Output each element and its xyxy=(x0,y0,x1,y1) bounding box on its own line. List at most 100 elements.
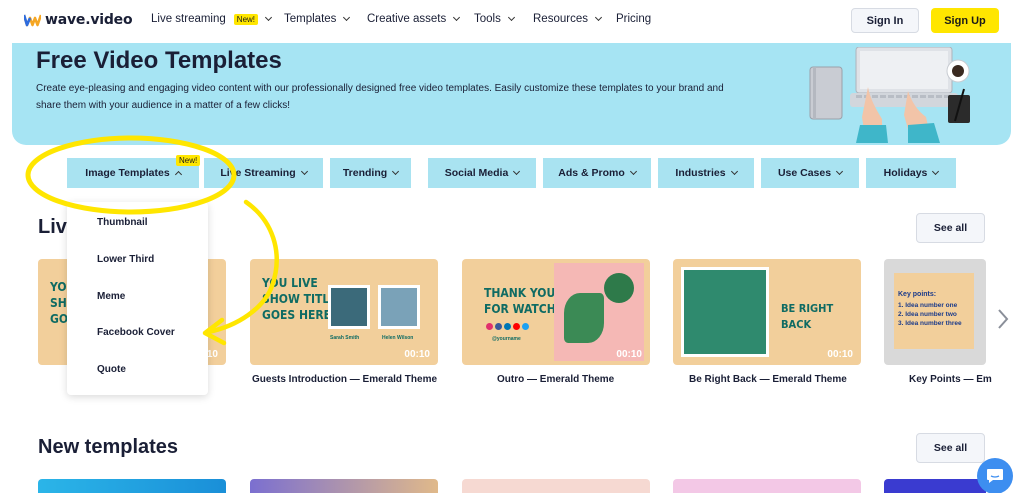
category-use-cases[interactable]: Use Cases xyxy=(761,158,859,188)
card-caption: Be Right Back — Emerald Theme xyxy=(689,374,847,385)
top-navigation: wave.video Live streaming New! Templates… xyxy=(0,0,1024,42)
chevron-down-icon xyxy=(730,167,738,176)
dropdown-item-quote[interactable]: Quote xyxy=(97,364,126,375)
card-text: YOU LIVE SHOW TITLE GOES HERE xyxy=(262,276,337,322)
new-badge: New! xyxy=(233,13,259,25)
facebook-icon xyxy=(495,323,502,330)
guest-photo xyxy=(328,285,370,329)
new-badge: New! xyxy=(176,155,201,166)
social-icons xyxy=(486,323,529,330)
see-all-button[interactable]: See all xyxy=(916,433,985,463)
chat-icon xyxy=(987,469,1003,483)
chevron-down-icon xyxy=(264,13,273,22)
logo[interactable]: wave.video xyxy=(24,12,133,28)
card-caption: Key Points — Em xyxy=(909,374,992,385)
page-title: Free Video Templates xyxy=(36,47,282,74)
card-point: 3. Idea number three xyxy=(898,320,962,327)
chevron-right-icon[interactable] xyxy=(997,308,1009,330)
nav-tools[interactable]: Tools xyxy=(474,13,515,25)
hero-description: Create eye-pleasing and engaging video c… xyxy=(36,83,724,111)
sign-in-button[interactable]: Sign In xyxy=(851,8,919,33)
nav-label: Live streaming xyxy=(151,13,226,25)
dropdown-item-thumbnail[interactable]: Thumbnail xyxy=(97,217,148,228)
chevron-down-icon xyxy=(300,167,308,176)
dropdown-item-lower-third[interactable]: Lower Third xyxy=(97,254,154,265)
category-label: Holidays xyxy=(883,167,928,179)
chevron-down-icon xyxy=(836,167,844,176)
template-card[interactable] xyxy=(38,479,226,493)
category-trending[interactable]: Trending xyxy=(330,158,411,188)
template-card[interactable] xyxy=(250,479,438,493)
guest-name: Helen Wilson xyxy=(382,335,414,341)
nav-live-streaming[interactable]: Live streaming New! xyxy=(151,13,273,25)
category-label: Social Media xyxy=(444,167,509,179)
nav-label: Templates xyxy=(284,13,337,25)
card-heading: Key points: xyxy=(898,291,937,298)
card-photo xyxy=(554,263,644,361)
chevron-up-icon xyxy=(174,170,182,179)
chat-support-button[interactable] xyxy=(977,458,1013,493)
chevron-down-icon xyxy=(343,13,351,22)
page: wave.video Live streaming New! Templates… xyxy=(0,0,1024,493)
template-card[interactable]: THANK YOU FOR WATCHING @yourname 00:10 xyxy=(462,259,650,365)
card-points: 1. Idea number one 2. Idea number two 3.… xyxy=(898,301,962,328)
linkedin-icon xyxy=(504,323,511,330)
category-label: Ads & Promo xyxy=(558,167,625,179)
card-duration: 00:10 xyxy=(827,349,853,360)
chevron-down-icon xyxy=(932,167,940,176)
card-photo xyxy=(681,267,769,357)
category-label: Trending xyxy=(342,167,388,179)
card-duration: 00:10 xyxy=(616,349,642,360)
card-handle: @yourname xyxy=(492,336,521,342)
nav-label: Pricing xyxy=(616,13,652,25)
chevron-down-icon xyxy=(594,13,603,22)
chevron-down-icon xyxy=(392,167,400,176)
template-card[interactable] xyxy=(884,479,986,493)
category-label: Use Cases xyxy=(777,167,832,179)
card-inner: Key points: 1. Idea number one 2. Idea n… xyxy=(894,273,974,349)
guest-photo xyxy=(378,285,420,329)
dropdown-item-facebook-cover[interactable]: Facebook Cover xyxy=(97,327,175,338)
laptop-illustration-icon xyxy=(809,47,970,143)
nav-templates[interactable]: Templates xyxy=(284,13,351,25)
see-all-button[interactable]: See all xyxy=(916,213,985,243)
template-card[interactable] xyxy=(462,479,650,493)
brand-name: wave.video xyxy=(45,12,133,28)
chevron-down-icon xyxy=(507,13,515,22)
guest-name: Sarah Smith xyxy=(330,335,360,341)
template-card[interactable] xyxy=(673,479,861,493)
nav-pricing[interactable]: Pricing xyxy=(616,13,651,25)
nav-label: Creative assets xyxy=(367,13,447,25)
nav-creative-assets[interactable]: Creative assets xyxy=(367,13,461,25)
nav-resources[interactable]: Resources xyxy=(533,13,603,25)
template-card[interactable]: YOU LIVE SHOW TITLE GOES HERE Sarah Smit… xyxy=(250,259,438,365)
section-title-new-templates: New templates xyxy=(38,436,179,458)
hero-banner: Free Video Templates Create eye-pleasing… xyxy=(12,43,1011,145)
card-caption: Outro — Emerald Theme xyxy=(497,374,615,385)
chevron-down-icon xyxy=(453,13,461,22)
category-label: Image Templates xyxy=(85,167,170,179)
category-holidays[interactable]: Holidays xyxy=(866,158,956,188)
card-caption: Guests Introduction — Emerald Theme xyxy=(252,374,438,385)
template-card[interactable]: Key points: 1. Idea number one 2. Idea n… xyxy=(884,259,986,365)
nav-label: Tools xyxy=(474,13,501,25)
category-label: Live Streaming xyxy=(220,167,296,179)
card-text: BE RIGHT BACK xyxy=(781,302,834,331)
card-point: 2. Idea number two xyxy=(898,311,957,318)
template-card[interactable]: BE RIGHT BACK 00:10 xyxy=(673,259,861,365)
category-ads-promo[interactable]: Ads & Promo xyxy=(543,158,651,188)
sign-up-button[interactable]: Sign Up xyxy=(931,8,999,33)
category-live-streaming[interactable]: Live Streaming xyxy=(204,158,323,188)
card-point: 1. Idea number one xyxy=(898,302,958,309)
category-industries[interactable]: Industries xyxy=(658,158,754,188)
instagram-icon xyxy=(486,323,493,330)
wave-logo-icon xyxy=(24,14,41,27)
category-label: Industries xyxy=(675,167,726,179)
dropdown-item-meme[interactable]: Meme xyxy=(97,291,125,302)
category-social-media[interactable]: Social Media xyxy=(428,158,536,188)
chevron-down-icon xyxy=(513,167,521,176)
nav-label: Resources xyxy=(533,13,588,25)
card-duration: 00:10 xyxy=(404,349,430,360)
chevron-down-icon xyxy=(629,167,637,176)
youtube-icon xyxy=(513,323,520,330)
